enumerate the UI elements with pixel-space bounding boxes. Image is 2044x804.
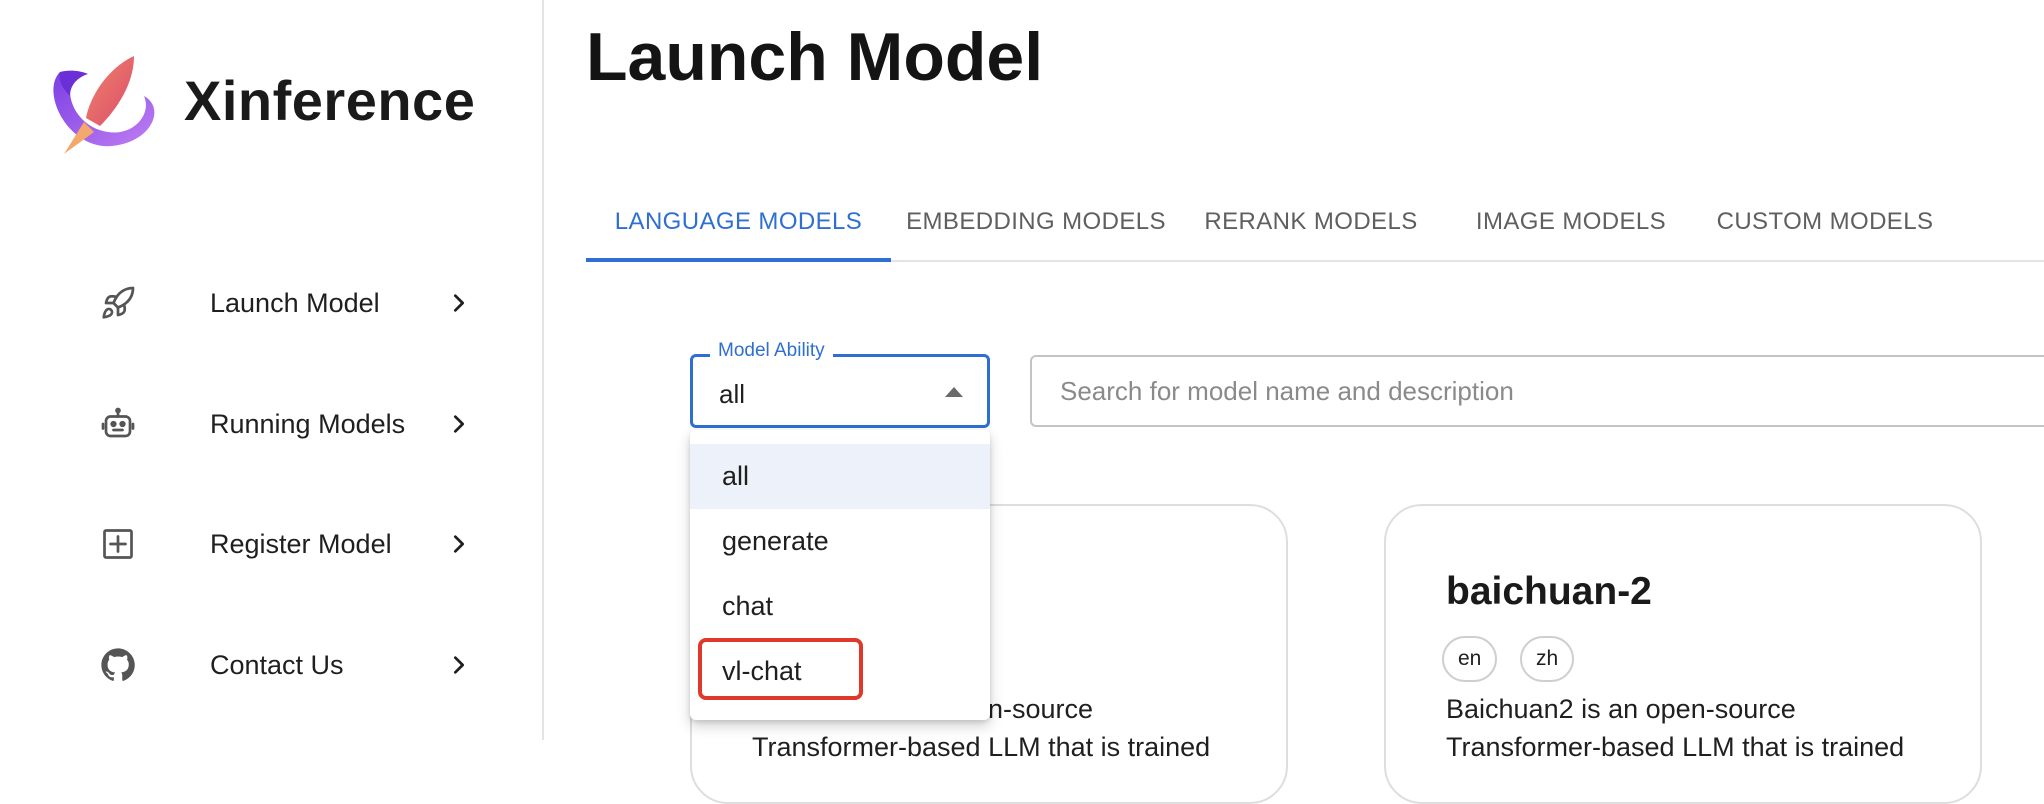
chevron-right-icon — [444, 288, 474, 318]
tab-embedding-models[interactable]: EMBEDDING MODELS — [891, 182, 1181, 262]
tab-rerank-models[interactable]: RERANK MODELS — [1181, 182, 1441, 262]
search-input[interactable] — [1058, 357, 2038, 425]
plus-square-icon — [92, 518, 144, 570]
sidebar-item-running-models[interactable]: Running Models — [92, 392, 482, 456]
tab-language-models[interactable]: LANGUAGE MODELS — [586, 182, 891, 262]
model-card-title: baichuan-2 — [1446, 570, 1652, 613]
select-value: all — [719, 379, 746, 409]
model-ability-label: Model Ability — [710, 340, 833, 362]
description-line: Transformer-based LLM that is trained — [1446, 732, 1905, 762]
robot-icon — [92, 398, 144, 450]
sidebar-item-launch-model[interactable]: Launch Model — [92, 271, 482, 335]
brand-name: Xinference — [184, 69, 476, 132]
chevron-right-icon — [444, 650, 474, 680]
model-card-description: Baichuan2 is an open-source Transformer-… — [1446, 690, 1966, 766]
description-line: Baichuan2 is an open-source — [1446, 694, 1796, 724]
model-type-tabs: LANGUAGE MODELS EMBEDDING MODELS RERANK … — [586, 182, 2044, 262]
sidebar-item-label: Running Models — [210, 408, 406, 439]
sidebar-item-label: Launch Model — [210, 287, 380, 318]
description-line: Transformer-based LLM that is trained — [752, 732, 1211, 762]
rocket-icon — [92, 277, 144, 329]
caret-up-icon — [945, 387, 963, 397]
dropdown-option-generate[interactable]: generate — [690, 509, 990, 574]
page-title: Launch Model — [586, 19, 1044, 95]
sidebar-item-label: Contact Us — [210, 649, 344, 680]
tab-image-models[interactable]: IMAGE MODELS — [1441, 182, 1701, 262]
github-icon — [92, 639, 144, 691]
language-tag: en — [1442, 636, 1498, 682]
model-card[interactable]: baichuan-2 en zh Baichuan2 is an open-so… — [1384, 504, 1982, 804]
dropdown-option-vl-chat[interactable]: vl-chat — [690, 639, 990, 704]
xinference-logo-icon — [48, 52, 164, 156]
model-ability-dropdown: all generate chat vl-chat — [690, 430, 990, 720]
chevron-right-icon — [444, 409, 474, 439]
language-tag: zh — [1520, 636, 1575, 682]
sidebar-item-label: Register Model — [210, 528, 392, 559]
sidebar: Xinference Launch Model Running Models R… — [0, 0, 544, 740]
sidebar-item-contact-us[interactable]: Contact Us — [92, 633, 482, 697]
model-ability-select[interactable]: all — [690, 354, 990, 428]
search-field — [1030, 355, 2044, 427]
dropdown-option-all[interactable]: all — [690, 444, 990, 509]
sidebar-item-register-model[interactable]: Register Model — [92, 512, 482, 576]
active-tab-indicator — [586, 258, 891, 262]
dropdown-option-chat[interactable]: chat — [690, 574, 990, 639]
tab-custom-models[interactable]: CUSTOM MODELS — [1701, 182, 1949, 262]
chevron-right-icon — [444, 529, 474, 559]
